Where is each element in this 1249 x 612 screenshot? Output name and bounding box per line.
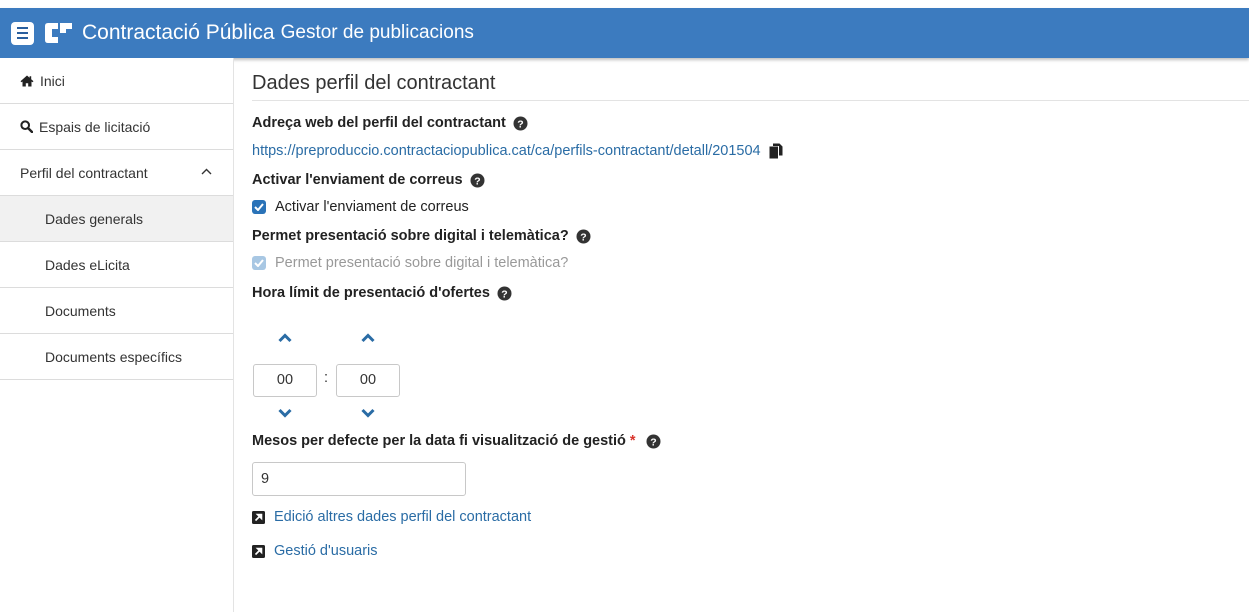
users-management-link[interactable]: Gestió d'usuaris [252, 543, 1249, 559]
svg-text:?: ? [474, 175, 480, 187]
sidebar-item-label: Dades eLicita [45, 256, 130, 273]
sidebar: Inici Espais de licitació Perfil del con… [0, 58, 234, 612]
sidebar-item-label: Dades generals [45, 210, 144, 227]
minutes-increment-icon[interactable] [361, 333, 375, 343]
help-icon[interactable]: ? [513, 116, 528, 131]
hours-input[interactable]: 00 [253, 364, 317, 397]
email-checkbox-label: Activar l'enviament de correus [275, 199, 469, 215]
email-checkbox-row: Activar l'enviament de correus [252, 199, 1249, 215]
digital-checkbox-row: Permet presentació sobre digital i telem… [252, 255, 1249, 271]
edit-profile-link-text: Edició altres dades perfil del contracta… [274, 509, 532, 525]
months-label: Mesos per defecte per la data fi visuali… [252, 433, 1249, 449]
help-icon[interactable]: ? [470, 173, 485, 188]
hours-decrement-icon[interactable] [278, 408, 292, 418]
hour-limit-label-text: Hora límit de presentació d'ofertes [252, 285, 490, 301]
email-label: Activar l'enviament de correus ? [252, 172, 1249, 188]
web-address-label-text: Adreça web del perfil del contractant [252, 115, 506, 131]
sidebar-item-label: Inici [40, 72, 65, 89]
sidebar-item-label: Perfil del contractant [20, 164, 148, 181]
hours-increment-icon[interactable] [278, 333, 292, 343]
sidebar-item-label: Documents específics [45, 348, 182, 365]
users-management-link-text: Gestió d'usuaris [274, 543, 378, 559]
top-navbar: Contractació Pública Gestor de publicaci… [0, 8, 1249, 58]
web-address-row: https://preproduccio.contractaciopublica… [252, 143, 1249, 159]
external-link-icon [252, 544, 265, 558]
sidebar-item-perfil-contractant[interactable]: Perfil del contractant [0, 150, 233, 196]
external-link-icon [252, 510, 265, 524]
page-title: Dades perfil del contractant [252, 58, 1249, 101]
help-icon[interactable]: ? [576, 229, 591, 244]
hour-limit-label: Hora límit de presentació d'ofertes ? [252, 285, 1249, 301]
svg-text:?: ? [501, 288, 507, 300]
web-address-label: Adreça web del perfil del contractant ? [252, 115, 1249, 131]
months-input[interactable]: 9 [252, 462, 466, 496]
sidebar-item-inici[interactable]: Inici [0, 58, 233, 104]
web-address-link[interactable]: https://preproduccio.contractaciopublica… [252, 143, 761, 159]
required-mark: * [629, 433, 636, 449]
sidebar-item-label: Espais de licitació [39, 118, 151, 135]
minutes-decrement-icon[interactable] [361, 408, 375, 418]
sidebar-item-documents[interactable]: Documents [0, 288, 233, 334]
time-separator: : [324, 370, 329, 386]
sidebar-item-dades-generals[interactable]: Dades generals [0, 196, 233, 242]
main-content: Dades perfil del contractant Adreça web … [252, 58, 1249, 559]
sidebar-item-documents-especifics[interactable]: Documents específics [0, 334, 233, 380]
app-subtitle: Gestor de publicacions [280, 22, 474, 43]
email-label-text: Activar l'enviament de correus [252, 172, 463, 188]
chevron-up-icon [201, 168, 212, 175]
home-icon [20, 75, 34, 86]
digital-label: Permet presentació sobre digital i telem… [252, 228, 1249, 244]
email-checkbox[interactable] [252, 200, 266, 214]
minutes-input[interactable]: 00 [336, 364, 400, 397]
help-icon[interactable]: ? [646, 434, 661, 449]
svg-text:?: ? [517, 118, 523, 130]
copy-icon[interactable] [769, 143, 783, 159]
digital-checkbox [252, 256, 266, 270]
edit-profile-link[interactable]: Edició altres dades perfil del contracta… [252, 509, 1249, 525]
help-icon[interactable]: ? [497, 286, 512, 301]
sidebar-item-espais-licitacio[interactable]: Espais de licitació [0, 104, 233, 150]
months-label-text: Mesos per defecte per la data fi visuali… [252, 433, 626, 449]
digital-label-text: Permet presentació sobre digital i telem… [252, 228, 569, 244]
svg-text:?: ? [650, 436, 656, 448]
sidebar-item-dades-elicita[interactable]: Dades eLicita [0, 242, 233, 288]
svg-text:?: ? [580, 231, 586, 243]
app-brand[interactable]: Contractació Pública [82, 21, 275, 45]
search-icon [20, 120, 33, 133]
time-picker: 00 : 00 [252, 311, 1249, 429]
contractacio-logo[interactable] [44, 20, 74, 46]
digital-checkbox-label: Permet presentació sobre digital i telem… [275, 255, 569, 271]
sidebar-item-label: Documents [45, 302, 116, 319]
hamburger-icon[interactable] [11, 21, 34, 45]
